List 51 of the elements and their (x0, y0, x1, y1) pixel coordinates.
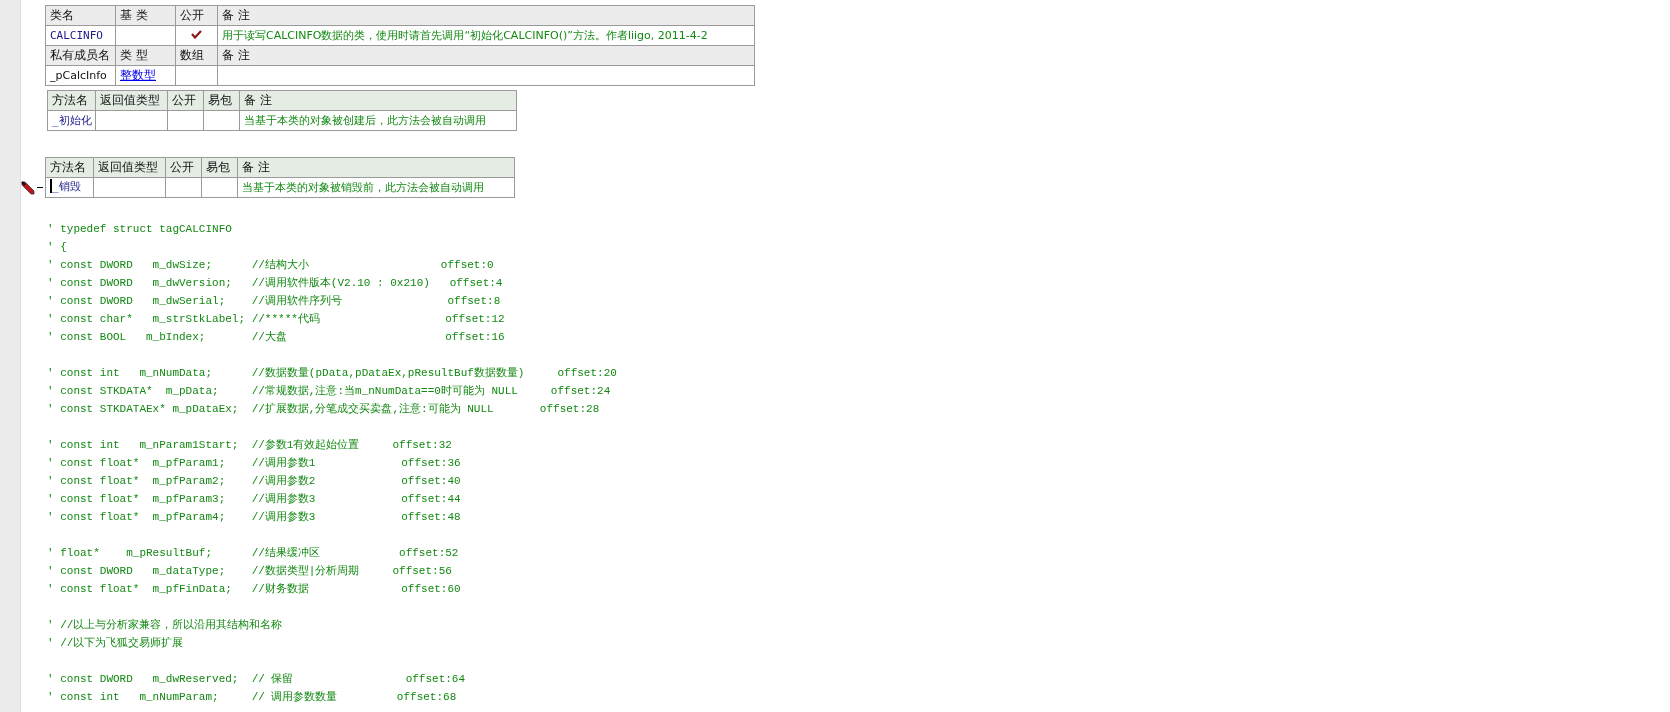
column-header: 备 注 (237, 157, 515, 178)
code-comment-line: ' const DWORD m_dwSerial; //调用软件序列号 offset:8 (47, 294, 501, 309)
code-comment-line: ' const float* m_pfParam1; //调用参数1 offset:36 (47, 456, 461, 471)
code-comment-line: ' //以下为飞狐交易师扩展 (47, 636, 184, 651)
code-comment-line: ' const float* m_pfParam3; //调用参数3 offset:44 (47, 492, 461, 507)
code-comment-line: ' const DWORD m_dwReserved; // 保留 offset:64 (47, 672, 466, 687)
code-comment-line: ' typedef struct tagCALCINFO (47, 222, 232, 237)
checkmark-icon[interactable] (191, 30, 202, 39)
column-header: 公开 (175, 5, 218, 26)
table-cell: _pCalcInfo (45, 65, 116, 86)
code-comment-line: ' const BOOL m_bIndex; //大盘 offset:16 (47, 330, 505, 345)
code-comment-line: ' const STKDATA* m_pData; //常规数据,注意:当m_nNumData==0时可能为 NULL offset:24 (47, 384, 611, 399)
column-header: 基 类 (115, 5, 176, 26)
table-cell: 用于读写CALCINFO数据的类，使用时请首先调用“初始化CALCINFO()”方法。作者liigo, 2011-4-2 (217, 25, 755, 46)
dash-icon (37, 187, 43, 188)
code-comment-line: ' const DWORD m_dwVersion; //调用软件版本(V2.10 : 0x210) offset:4 (47, 276, 503, 291)
public-cell[interactable] (165, 177, 202, 198)
column-header: 备 注 (239, 90, 517, 111)
code-comment-line: ' const int m_nNumParam; // 调用参数数量 offset:68 (47, 690, 457, 705)
code-comment-line: ' const char* m_strStkLabel; //*****代码 offset:12 (47, 312, 505, 327)
code-comment-line: ' const STKDATAEx* m_pDataEx; //扩展数据,分笔成交买卖盘,注意:可能为 NULL offset:28 (47, 402, 600, 417)
easy-pack-cell[interactable] (201, 177, 238, 198)
column-header: 方法名 (45, 157, 94, 178)
code-comment-line: ' const DWORD m_dwSize; //结构大小 offset:0 (47, 258, 494, 273)
table-cell: 当基于本类的对象被创建后，此方法会被自动调用 (239, 110, 517, 131)
column-header: 易包 (201, 157, 238, 178)
table-cell: CALCINFO (45, 25, 116, 46)
code-comment-line: ' { (47, 240, 67, 255)
code-comment-line: ' const int m_nNumData; //数据数量(pData,pDataEx,pResultBuf数据数量) offset:20 (47, 366, 617, 381)
text-cursor (50, 179, 52, 194)
code-comment-line: ' const DWORD m_dataType; //数据类型|分析周期 offset:56 (47, 564, 452, 579)
code-comment-line: ' float* m_pResultBuf; //结果缓冲区 offset:52 (47, 546, 459, 561)
column-header: 公开 (167, 90, 204, 111)
column-header: 返回值类型 (95, 90, 168, 111)
code-comment-line: ' const float* m_pfFinData; //财务数据 offset:60 (47, 582, 461, 597)
column-header: 备 注 (217, 45, 755, 66)
column-header: 类名 (45, 5, 116, 26)
code-comment-line: ' const float* m_pfParam4; //调用参数3 offset:48 (47, 510, 461, 525)
column-header: 易包 (203, 90, 240, 111)
public-cell[interactable] (167, 110, 204, 131)
array-cell[interactable] (175, 65, 218, 86)
column-header: 备 注 (217, 5, 755, 26)
column-header: 方法名 (47, 90, 96, 111)
easy-pack-cell[interactable] (203, 110, 240, 131)
code-comment-line: ' //以上与分析家兼容，所以沿用其结构和名称 (47, 618, 283, 633)
code-comment-line: ' const float* m_pfParam2; //调用参数2 offset:40 (47, 474, 461, 489)
table-cell: 当基于本类的对象被销毁前，此方法会被自动调用 (237, 177, 515, 198)
code-comment-line: ' const int m_nParam1Start; //参数1有效起始位置 offset:32 (47, 438, 452, 453)
column-header: 私有成员名 (45, 45, 116, 66)
column-header: 公开 (165, 157, 202, 178)
column-header: 返回值类型 (93, 157, 166, 178)
